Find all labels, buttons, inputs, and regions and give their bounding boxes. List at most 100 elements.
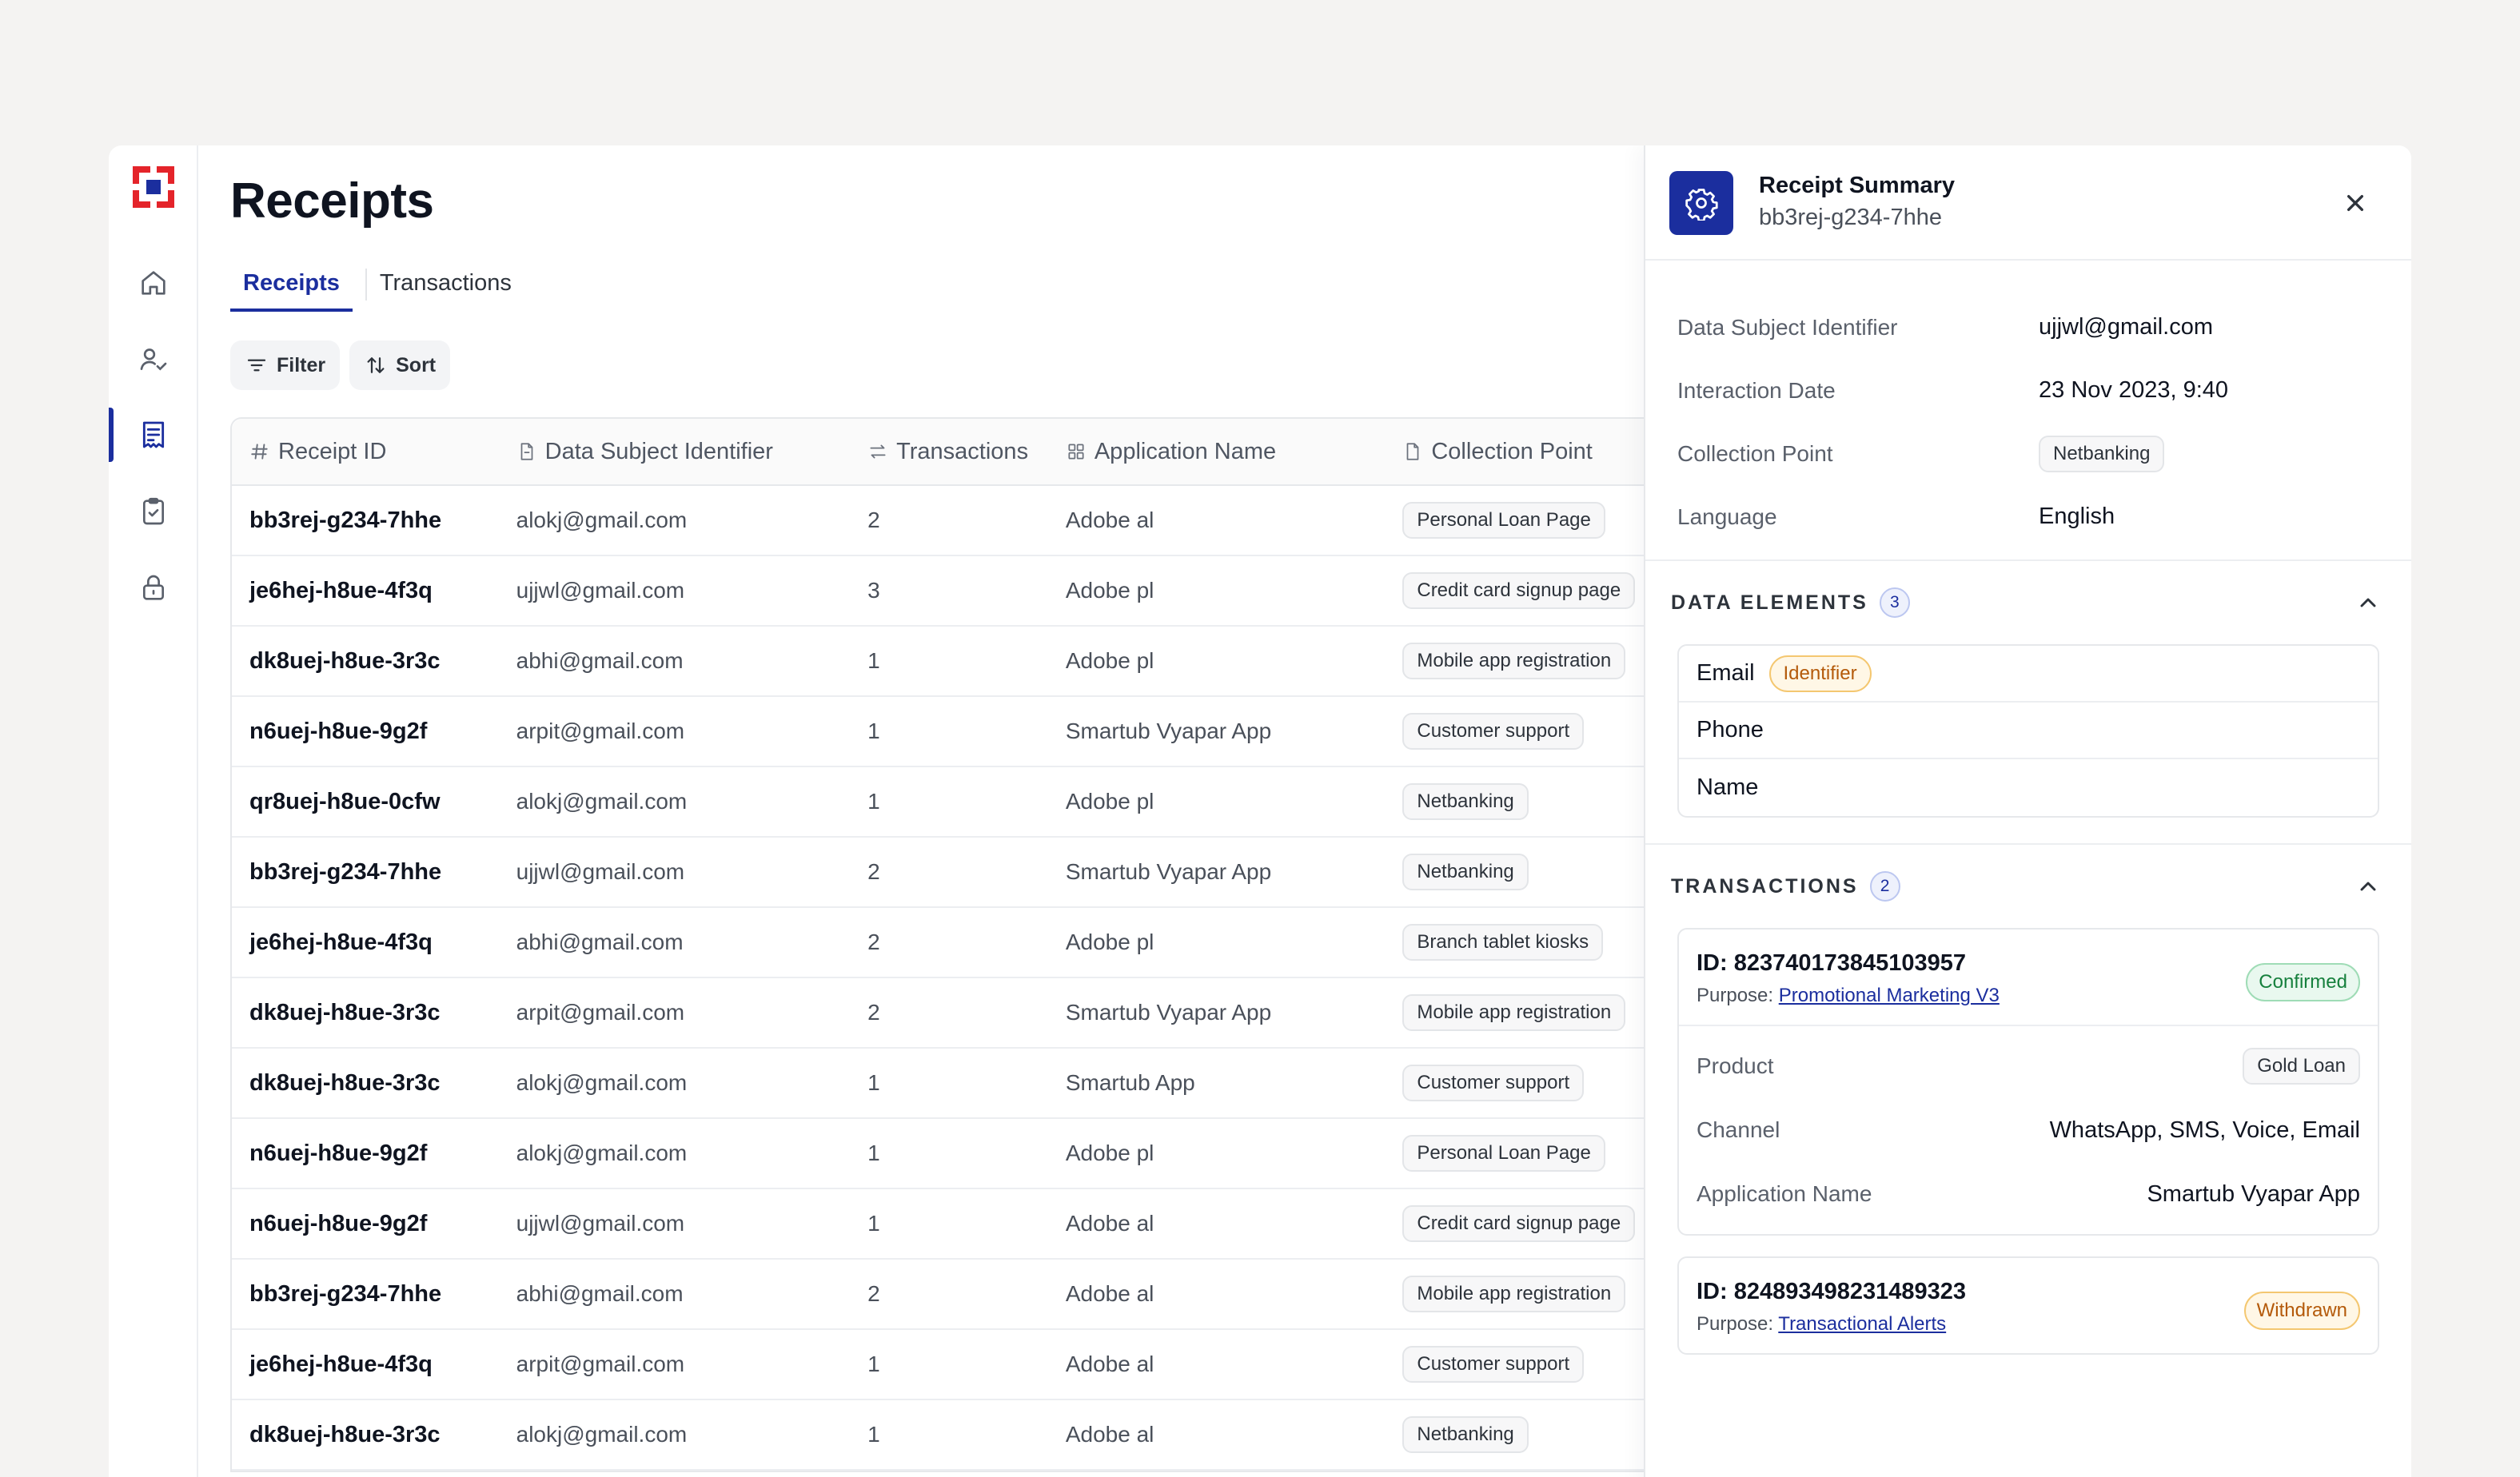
collection-point-chip: Personal Loan Page: [1402, 502, 1605, 539]
collection-point-chip: Mobile app registration: [1402, 994, 1626, 1031]
detail-chip: Netbanking: [2039, 435, 2165, 472]
transactions-count-cell: 1: [867, 1211, 880, 1236]
table-row[interactable]: qr8uej-h8ue-0cfw alokj@gmail.com 1 Adobe pl…: [232, 767, 1653, 838]
collection-point-cell: Personal Loan Page: [1402, 502, 1653, 539]
sort-button[interactable]: Sort: [349, 340, 451, 390]
sort-icon: [367, 357, 385, 373]
transaction-card[interactable]: ID: 824893498231489323 Purpose: Transacti…: [1677, 1256, 2379, 1355]
collection-point-cell: Mobile app registration: [1402, 643, 1653, 679]
data-subject-cell: alokj@gmail.com: [516, 1422, 688, 1447]
sidebar: [109, 145, 198, 1477]
tab-transactions[interactable]: Transactions: [380, 257, 524, 312]
collection-point-chip: Mobile app registration: [1402, 1276, 1626, 1312]
data-element-item[interactable]: Phone: [1679, 703, 2378, 759]
receipt-summary-panel: Receipt Summary bb3rej-g234-7hhe Data Su…: [1644, 145, 2411, 1477]
detail-value: English: [2039, 504, 2115, 529]
toolbar: Filter Sort: [230, 340, 451, 390]
data-element-item[interactable]: Email Identifier: [1679, 646, 2378, 703]
column-header-application-name[interactable]: Application Name: [1066, 439, 1403, 465]
table-row[interactable]: dk8uej-h8ue-3r3c alokj@gmail.com 1 Smartub …: [232, 1049, 1653, 1119]
table-row[interactable]: bb3rej-g234-7hhe abhi@gmail.com 2 Adobe al M…: [232, 1260, 1653, 1330]
column-header-collection-point[interactable]: Collection Point: [1402, 439, 1653, 465]
column-header-receipt-id[interactable]: Receipt ID: [232, 439, 516, 465]
collection-point-chip: Mobile app registration: [1402, 643, 1626, 679]
transaction-field-row: Product Gold Loan: [1697, 1034, 2360, 1098]
purpose-link[interactable]: Promotional Marketing V3: [1779, 985, 2000, 1006]
table-row[interactable]: je6hej-h8ue-4f3q abhi@gmail.com 2 Adobe pl B…: [232, 908, 1653, 978]
purpose-label: Purpose:: [1697, 985, 1774, 1006]
app-window: Receipts Receipts Transactions Filter So…: [109, 145, 2411, 1477]
receipt-id-cell: n6uej-h8ue-9g2f: [249, 718, 428, 744]
collection-point-chip: Customer support: [1402, 1065, 1585, 1101]
collection-point-cell: Netbanking: [1402, 1416, 1653, 1453]
table-row[interactable]: je6hej-h8ue-4f3q ujjwl@gmail.com 3 Adobe pl…: [232, 556, 1653, 627]
transactions-count-cell: 1: [867, 789, 880, 814]
detail-label: Collection Point: [1677, 440, 1833, 466]
collection-point-cell: Mobile app registration: [1402, 1276, 1653, 1312]
table-row[interactable]: dk8uej-h8ue-3r3c arpit@gmail.com 2 Smartub …: [232, 978, 1653, 1049]
table-row[interactable]: n6uej-h8ue-9g2f arpit@gmail.com 1 Smartub V…: [232, 697, 1653, 767]
collection-point-cell: Branch tablet kiosks: [1402, 924, 1653, 961]
filter-button[interactable]: Filter: [230, 340, 341, 390]
table-row[interactable]: n6uej-h8ue-9g2f ujjwl@gmail.com 1 Adobe al C…: [232, 1189, 1653, 1260]
detail-row: Collection Point Netbanking: [1677, 422, 2379, 485]
file-icon: [520, 443, 532, 460]
sidebar-item-consents[interactable]: [109, 481, 198, 542]
home-icon: [142, 271, 165, 295]
close-icon: [2347, 195, 2363, 211]
data-element-name: Email: [1697, 660, 1755, 686]
purpose-label: Purpose:: [1697, 1313, 1774, 1335]
tab-receipts[interactable]: Receipts: [230, 257, 353, 312]
collection-point-chip: Credit card signup page: [1402, 572, 1636, 609]
brand-logo-icon[interactable]: [133, 166, 174, 208]
panel-title: Receipt Summary: [1759, 173, 1955, 198]
transaction-card[interactable]: ID: 823740173845103957 Purpose: Promotion…: [1677, 928, 2379, 1236]
receipt-id-cell: bb3rej-g234-7hhe: [249, 858, 442, 885]
transactions-count-cell: 2: [867, 1000, 880, 1025]
table-row[interactable]: dk8uej-h8ue-3r3c abhi@gmail.com 1 Adobe pl M…: [232, 627, 1653, 697]
collection-point-cell: Personal Loan Page: [1402, 1135, 1653, 1172]
data-elements-header[interactable]: DATA ELEMENTS 3: [1645, 561, 2411, 644]
collection-point-cell: Customer support: [1402, 713, 1653, 750]
panel-header: Receipt Summary bb3rej-g234-7hhe: [1645, 145, 2411, 261]
column-header-transactions[interactable]: Transactions: [867, 439, 1066, 465]
transactions-count-cell: 3: [867, 578, 880, 603]
chevron-up-icon[interactable]: [2355, 874, 2381, 899]
transactions-header[interactable]: TRANSACTIONS 2: [1645, 845, 2411, 928]
identifier-badge: Identifier: [1768, 655, 1872, 692]
close-panel-button[interactable]: [2339, 187, 2371, 219]
chevron-up-icon[interactable]: [2355, 590, 2381, 615]
transaction-summary: ID: 824893498231489323 Purpose: Transacti…: [1679, 1258, 2378, 1353]
table-row[interactable]: dk8uej-h8ue-3r3c alokj@gmail.com 1 Adobe al…: [232, 1400, 1653, 1471]
receipt-id-cell: bb3rej-g234-7hhe: [249, 1280, 442, 1307]
table-header: Receipt ID Data Subject Identifier Trans…: [232, 419, 1653, 486]
data-subject-cell: arpit@gmail.com: [516, 719, 685, 743]
sidebar-item-receipts[interactable]: [109, 404, 198, 465]
detail-value: Netbanking: [2039, 435, 2165, 472]
data-subject-cell: ujjwl@gmail.com: [516, 859, 685, 884]
detail-row: Language English: [1677, 485, 2379, 548]
table-row[interactable]: n6uej-h8ue-9g2f alokj@gmail.com 1 Adobe pl P…: [232, 1119, 1653, 1189]
sidebar-item-users[interactable]: [109, 329, 198, 390]
user-check-icon: [140, 348, 167, 371]
table-row[interactable]: bb3rej-g234-7hhe alokj@gmail.com 2 Adobe al…: [232, 486, 1653, 556]
sidebar-item-home[interactable]: [109, 253, 198, 313]
application-name-cell: Adobe al: [1065, 1281, 1154, 1306]
purpose-link[interactable]: Transactional Alerts: [1778, 1313, 1946, 1335]
data-subject-cell: alokj@gmail.com: [516, 789, 688, 814]
transaction-field-label: Application Name: [1697, 1181, 1872, 1206]
transaction-field-row: Application Name Smartub Vyapar App: [1697, 1162, 2360, 1226]
column-header-data-subject[interactable]: Data Subject Identifier: [516, 439, 868, 465]
receipt-id-cell: n6uej-h8ue-9g2f: [249, 1210, 428, 1236]
data-element-item[interactable]: Name: [1679, 759, 2378, 816]
filter-icon: [247, 359, 266, 372]
data-element-name: Phone: [1697, 717, 1764, 742]
transactions-count: 2: [1869, 871, 1900, 902]
data-element-name: Name: [1697, 774, 1759, 800]
table-row[interactable]: je6hej-h8ue-4f3q arpit@gmail.com 1 Adobe al…: [232, 1330, 1653, 1400]
receipt-id-cell: dk8uej-h8ue-3r3c: [249, 647, 441, 674]
collection-point-chip: Netbanking: [1402, 854, 1529, 890]
receipt-id-cell: qr8uej-h8ue-0cfw: [249, 788, 441, 814]
table-row[interactable]: bb3rej-g234-7hhe ujjwl@gmail.com 2 Smartub …: [232, 838, 1653, 908]
sidebar-item-security[interactable]: [109, 558, 198, 619]
